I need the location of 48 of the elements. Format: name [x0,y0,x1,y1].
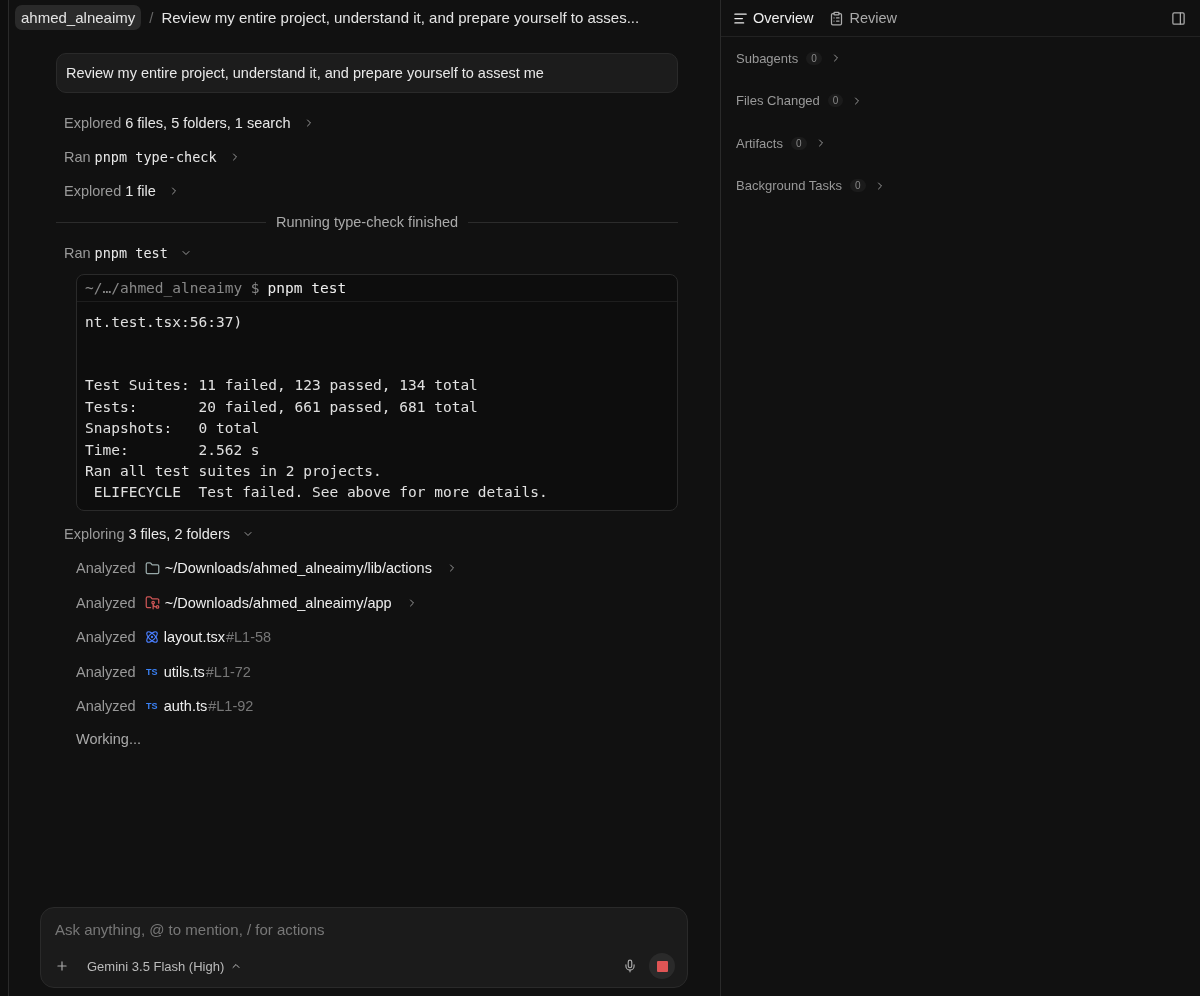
folder-icon [144,560,160,576]
step-summary[interactable]: Ran pnpm test [56,236,200,270]
panel-icon [1171,10,1186,26]
plus-icon [55,959,69,973]
terminal-prompt: ~/…/ahmed_alneaimy $ [85,280,260,296]
analyzed-item[interactable]: Analyzed TS auth.ts#L1-92 [56,688,274,724]
output-line: Time: 2.562 s [85,440,261,460]
count-badge: 0 [790,136,807,150]
step-summary[interactable]: Explored 6 files, 5 folders, 1 search [56,106,323,140]
output-line: Ran all test suites in 2 projects. [85,462,383,482]
output-line: Snapshots: 0 total [85,419,261,439]
count-badge: 0 [850,179,866,193]
working-status: Working... [75,730,142,750]
user-message: Review my entire project, understand it, and prepare yourself to assest me [56,53,678,93]
message-input[interactable]: Ask anything, @ to mention, / for actions [53,920,675,939]
count-badge: 0 [806,51,822,65]
panel-tab[interactable]: Overview [733,10,814,26]
lines-icon [733,10,748,26]
analyzed-item[interactable]: Analyzed ~/Downloads/ahmed_alneaimy/app [56,585,438,620]
step-summary[interactable]: Explored 1 file [56,174,188,208]
ts-icon: TS [144,701,159,712]
panel-tab[interactable]: Review [829,10,897,26]
output-line: Test Suites: 11 failed, 123 passed, 134 total [85,376,479,396]
stop-button[interactable] [649,953,675,979]
panel-section[interactable]: Artifacts 0 [721,122,842,165]
breadcrumb-separator: / [149,8,154,26]
step-summary[interactable]: Exploring 3 files, 2 folders [56,516,263,551]
output-line: Tests: 20 failed, 661 passed, 681 total [85,397,479,417]
analyzed-item[interactable]: Analyzed ~/Downloads/ahmed_alneaimy/lib/actions [56,550,478,586]
terminal-command: pnpm test [267,280,347,296]
ts-icon: TS [144,666,159,677]
clipboard-icon [829,10,845,26]
analyzed-item[interactable]: Analyzed TS utils.ts#L1-72 [56,654,271,689]
analyzed-item[interactable]: Analyzed layout.tsx#L1-58 [56,619,292,655]
step-summary[interactable]: Ran pnpm type-check [56,140,249,174]
panel-section[interactable]: Subagents 0 [721,37,857,80]
panel-section[interactable]: Background Tasks 0 [721,164,901,207]
panel-section[interactable]: Files Changed 0 [721,79,879,122]
divider-label: Running type-check finished [275,214,459,230]
output-line: nt.test.tsx:56:37) [85,313,244,332]
count-badge: 0 [827,94,844,108]
conversation-title: Review my entire project, understand it, and prepare yourself to asses... [161,8,640,26]
folder-icon [144,595,160,611]
atom-icon [144,630,159,645]
model-selector[interactable]: Gemini 3.5 Flash (High) [81,957,249,975]
output-line: ELIFECYCLE Test failed. See above for more details. [92,483,549,503]
microphone-icon [623,959,637,973]
project-button[interactable]: ahmed_alneaimy [15,4,142,30]
